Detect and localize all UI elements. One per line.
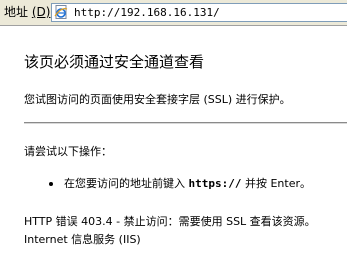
error-message: HTTP 错误 403.4 - 禁止访问：需要使用 SSL 查看该资源。 [24,215,316,228]
address-label: 地址 (D) [4,5,51,19]
address-input[interactable]: http://192.168.16.131/ [51,3,347,22]
instruction-protocol: https:// [188,177,242,190]
divider [24,122,347,124]
instruction-text-before: 在您要访问的地址前键入 [64,177,189,190]
try-heading: 请尝试以下操作： [24,145,112,158]
address-url[interactable]: http://192.168.16.131/ [74,5,220,20]
instruction-item: 在您要访问的地址前键入 https:// 并按 Enter。 [64,176,311,191]
browser-window: 地址 (D) http://192.168.16.131/ 该页必须通过安全通道… [0,0,347,261]
bullet-icon [49,182,53,186]
instruction-text-after: 并按 Enter。 [241,177,312,190]
page-title: 该页必须通过安全通道查看 [24,53,205,71]
address-toolbar: 地址 (D) http://192.168.16.131/ [0,0,347,26]
server-signature: Internet 信息服务 (IIS) [24,233,141,246]
page-subtitle: 您试图访问的页面使用安全套接字层 (SSL) 进行保护。 [24,93,291,106]
page-content: 该页必须通过安全通道查看 您试图访问的页面使用安全套接字层 (SSL) 进行保护… [0,27,347,261]
ie-page-icon [54,5,68,19]
